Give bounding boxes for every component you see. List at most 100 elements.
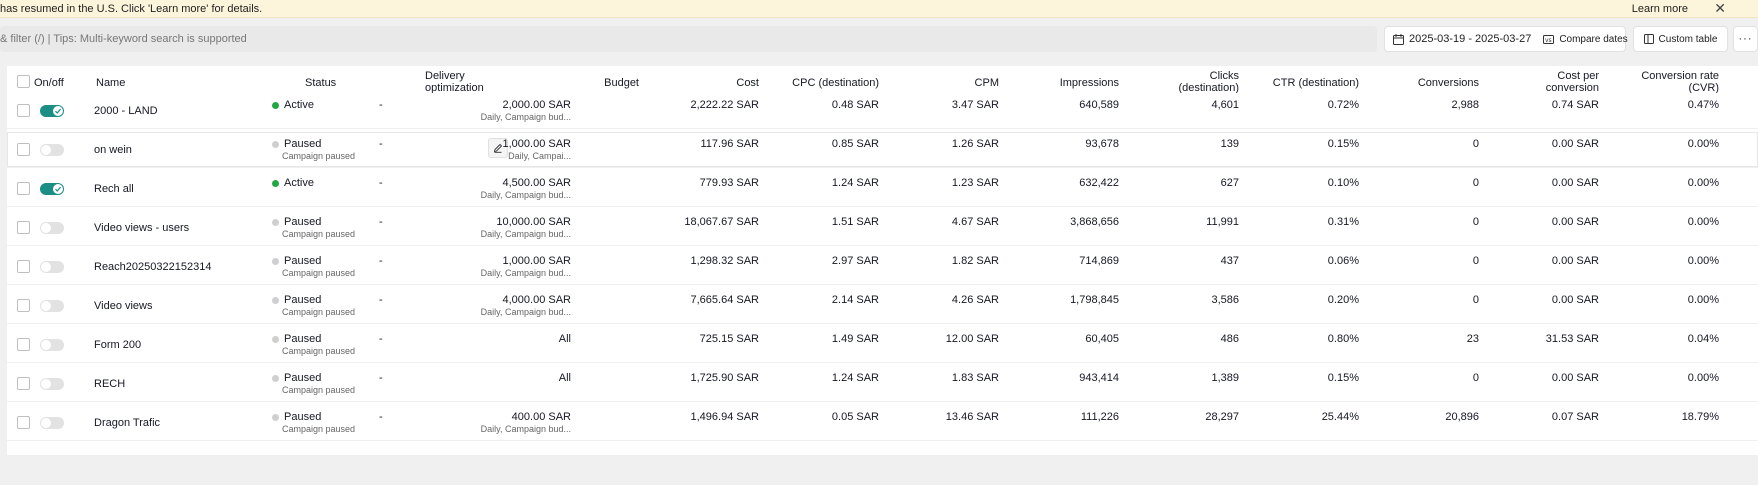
close-icon[interactable]: ✕ xyxy=(1714,1,1726,15)
cost-value: 1,298.32 SAR xyxy=(690,255,760,267)
campaign-name[interactable]: Rech all xyxy=(94,183,134,195)
custom-table-button[interactable]: Custom table xyxy=(1633,26,1728,52)
budget-value: 2,000.00 SAR xyxy=(502,99,572,111)
impressions-value: 60,405 xyxy=(1085,333,1119,345)
cpm-value: 1.23 SAR xyxy=(951,177,999,189)
header-conversions[interactable]: Conversions xyxy=(1418,77,1479,89)
campaign-name[interactable]: Form 200 xyxy=(94,339,141,351)
row-checkbox[interactable] xyxy=(17,182,30,195)
campaign-toggle[interactable] xyxy=(40,417,64,429)
select-all-checkbox[interactable] xyxy=(17,75,30,88)
campaign-toggle[interactable] xyxy=(40,378,64,390)
notice-banner: has resumed in the U.S. Click 'Learn mor… xyxy=(0,0,1758,18)
campaign-name[interactable]: RECH xyxy=(94,378,125,390)
status-subtext: Campaign paused xyxy=(282,424,356,434)
header-onoff: On/off xyxy=(34,77,64,89)
clicks-value: 3,586 xyxy=(1211,294,1239,306)
clicks-value: 627 xyxy=(1220,177,1239,189)
status-cell: Active xyxy=(272,177,314,189)
row-checkbox[interactable] xyxy=(17,221,30,234)
header-status[interactable]: Status xyxy=(305,77,336,89)
delivery-optimization: - xyxy=(379,372,383,384)
header-cpm[interactable]: CPM xyxy=(975,77,999,89)
campaign-toggle[interactable] xyxy=(40,144,64,156)
row-checkbox[interactable] xyxy=(17,143,30,156)
budget-cell[interactable]: 1,000.00 SAR Daily, Campai... xyxy=(503,138,572,161)
cpm-value: 4.26 SAR xyxy=(951,294,999,306)
campaign-name[interactable]: on wein xyxy=(94,144,132,156)
learn-more-link[interactable]: Learn more xyxy=(1632,3,1688,15)
budget-cell[interactable]: All xyxy=(559,372,571,384)
row-checkbox[interactable] xyxy=(17,416,30,429)
table-row[interactable]: on wein Paused Campaign paused - 1,000.00 SA… xyxy=(7,132,1758,168)
budget-value: 400.00 SAR xyxy=(511,411,571,423)
date-range-picker[interactable]: 2025-03-19 - 2025-03-27 xyxy=(1385,27,1531,51)
campaign-toggle[interactable] xyxy=(40,183,64,195)
header-cpc[interactable]: CPC (destination) xyxy=(792,77,879,89)
table-row[interactable]: Video views Paused Campaign paused - 4,000.0… xyxy=(7,288,1758,324)
header-ctr[interactable]: CTR (destination) xyxy=(1273,77,1359,89)
pencil-icon xyxy=(493,143,503,153)
campaign-name[interactable]: Video views - users xyxy=(94,222,189,234)
cost-value: 2,222.22 SAR xyxy=(690,99,760,111)
search-input[interactable] xyxy=(0,26,1377,52)
header-clicks[interactable]: Clicks (destination) xyxy=(1178,70,1239,94)
budget-cell[interactable]: 4,000.00 SAR Daily, Campaign bud... xyxy=(481,294,571,317)
campaign-toggle[interactable] xyxy=(40,339,64,351)
budget-cell[interactable]: 400.00 SAR Daily, Campaign bud... xyxy=(481,411,571,434)
table-row[interactable]: RECH Paused Campaign paused - All 1,725.90 SA… xyxy=(7,366,1758,402)
campaign-toggle[interactable] xyxy=(40,222,64,234)
budget-cell[interactable]: All xyxy=(559,333,571,345)
header-budget[interactable]: Budget xyxy=(604,77,639,89)
table-row[interactable]: Form 200 Paused Campaign paused - All 725.15 … xyxy=(7,327,1758,363)
header-clicks-line1: Clicks xyxy=(1209,70,1239,82)
status-dot xyxy=(272,179,279,187)
budget-cell[interactable]: 10,000.00 SAR Daily, Campaign bud... xyxy=(481,216,571,239)
cost-per-conv-value: 0.00 SAR xyxy=(1551,216,1599,228)
row-checkbox[interactable] xyxy=(17,299,30,312)
header-cost-per-conversion[interactable]: Cost per conversion xyxy=(1546,70,1599,94)
campaign-name[interactable]: Video views xyxy=(94,300,153,312)
conversions-value: 2,988 xyxy=(1451,99,1479,111)
date-controls: 2025-03-19 - 2025-03-27 vs Compare dates xyxy=(1384,26,1628,52)
campaign-toggle[interactable] xyxy=(40,261,64,273)
table-row[interactable]: Reach20250322152314 Paused Campaign paused… xyxy=(7,249,1758,285)
row-checkbox[interactable] xyxy=(17,104,30,117)
delivery-optimization: - xyxy=(379,138,383,150)
budget-cell[interactable]: 2,000.00 SAR Daily, Campaign bud... xyxy=(481,99,571,122)
budget-cell[interactable]: 1,000.00 SAR Daily, Campaign bud... xyxy=(481,255,571,278)
columns-icon xyxy=(1643,34,1654,44)
compare-dates-button[interactable]: vs Compare dates xyxy=(1543,27,1628,51)
header-cvr[interactable]: Conversion rate (CVR) xyxy=(1641,70,1719,94)
header-impressions[interactable]: Impressions xyxy=(1060,77,1119,89)
clicks-value: 28,297 xyxy=(1205,411,1239,423)
budget-value: All xyxy=(558,372,571,384)
budget-cell[interactable]: 4,500.00 SAR Daily, Campaign bud... xyxy=(481,177,571,200)
cvr-value: 18.79% xyxy=(1681,411,1719,423)
table-row[interactable]: Rech all Active - 4,500.00 SAR Daily, Campai… xyxy=(7,171,1758,207)
row-checkbox[interactable] xyxy=(17,338,30,351)
status-subtext: Campaign paused xyxy=(282,307,356,317)
header-cost[interactable]: Cost xyxy=(736,77,759,89)
header-name[interactable]: Name xyxy=(96,77,125,89)
table-row[interactable]: Video views - users Paused Campaign paused… xyxy=(7,210,1758,246)
status-cell: Paused Campaign paused xyxy=(272,255,355,278)
status-text: Active xyxy=(284,177,314,189)
campaign-name[interactable]: Dragon Trafic xyxy=(94,417,160,429)
campaign-toggle[interactable] xyxy=(40,300,64,312)
ctr-value: 0.72% xyxy=(1327,99,1359,111)
campaign-name[interactable]: 2000 - LAND xyxy=(94,105,158,117)
compare-icon: vs xyxy=(1543,34,1555,44)
table-row[interactable]: Dragon Trafic Paused Campaign paused - 400.0… xyxy=(7,405,1758,441)
cost-value: 1,496.94 SAR xyxy=(690,411,760,423)
svg-text:vs: vs xyxy=(1545,37,1552,44)
table-row[interactable]: 2000 - LAND Active - 2,000.00 SAR Daily, Cam… xyxy=(7,93,1758,129)
campaign-toggle[interactable] xyxy=(40,105,64,117)
row-checkbox[interactable] xyxy=(17,377,30,390)
campaign-name[interactable]: Reach20250322152314 xyxy=(94,261,211,273)
impressions-value: 93,678 xyxy=(1085,138,1119,150)
status-subtext: Campaign paused xyxy=(282,346,356,356)
row-checkbox[interactable] xyxy=(17,260,30,273)
more-options-button[interactable]: ··· xyxy=(1733,26,1758,52)
header-delivery[interactable]: Delivery optimization xyxy=(425,70,484,94)
